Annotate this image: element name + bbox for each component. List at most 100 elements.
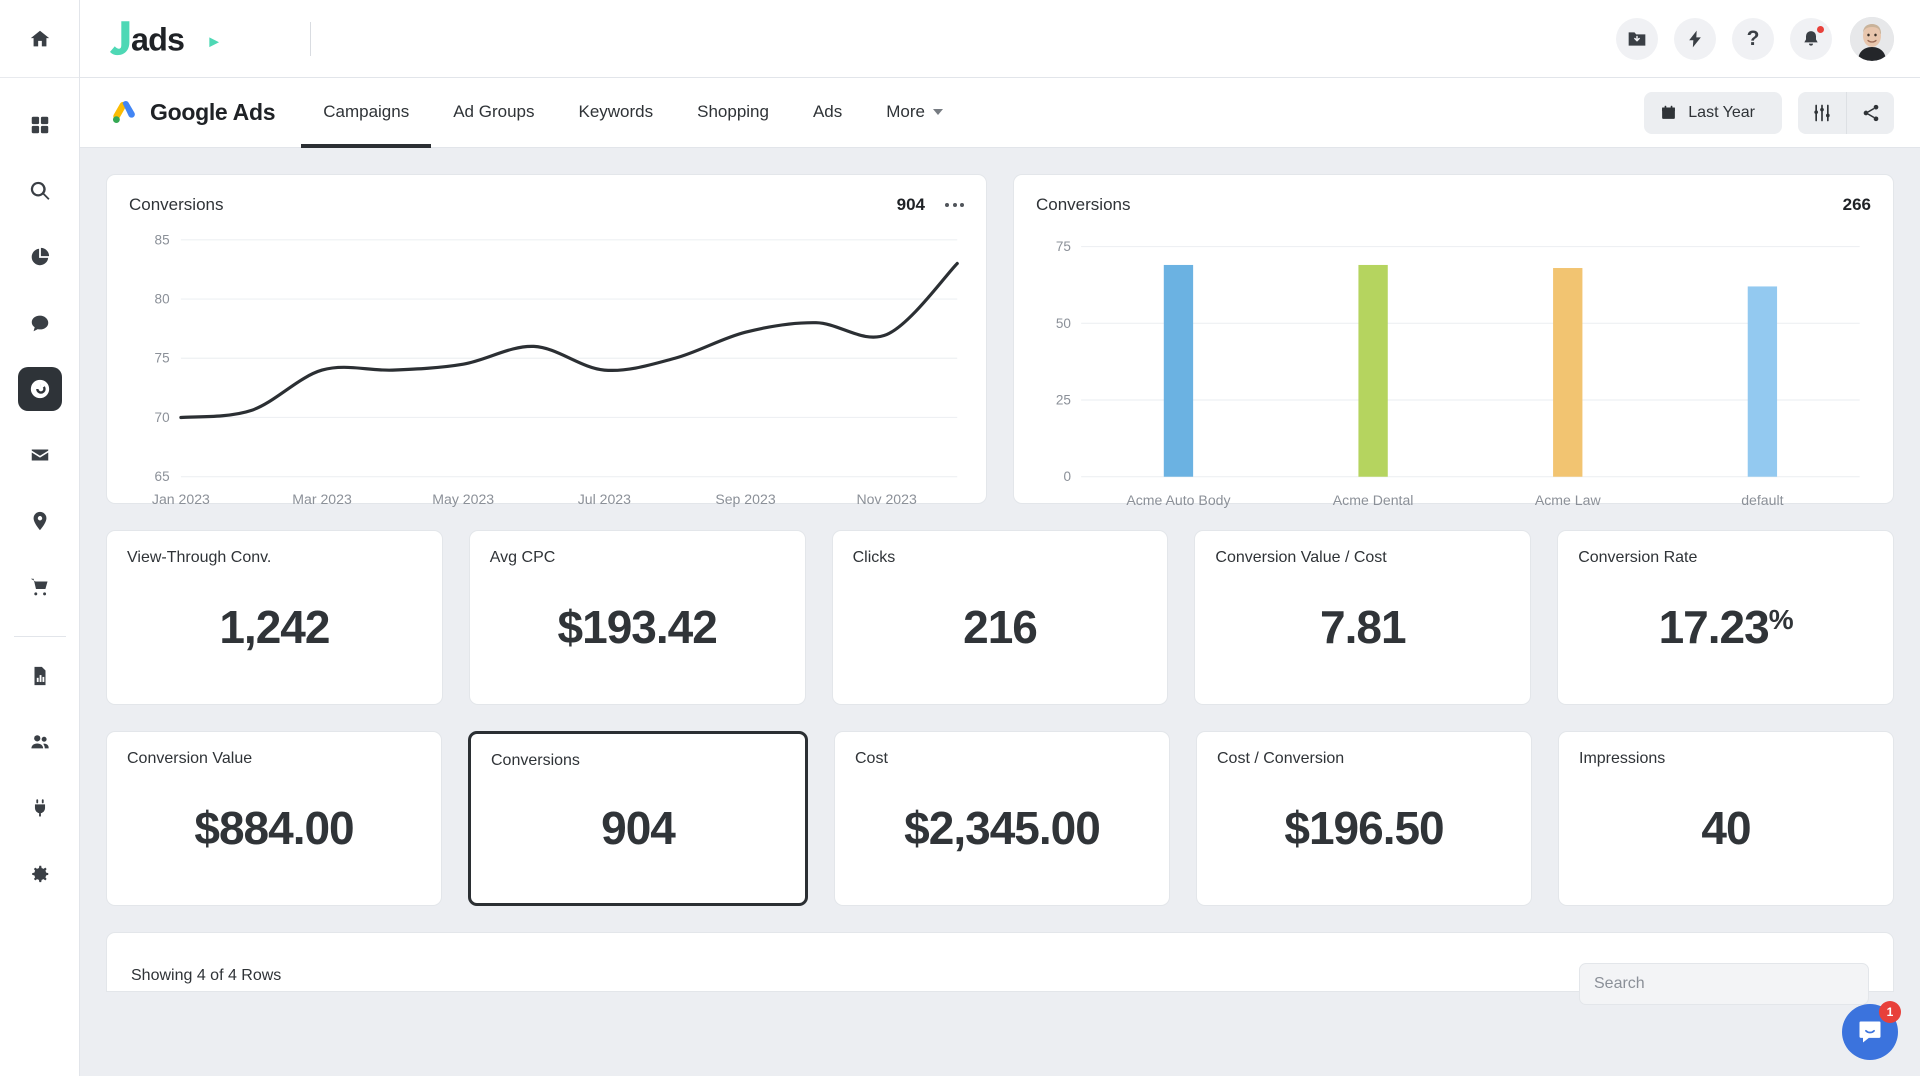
kpi-card-avg-cpc[interactable]: Avg CPC $193.42 [468,530,806,705]
pie-chart-icon [31,247,49,266]
kpi-row-1: View-Through Conv. 1,242 Avg CPC $193.42… [106,530,1894,705]
kpi-card-cost[interactable]: Cost $2,345.00 [834,731,1170,906]
subnav-button-group [1798,91,1894,134]
kpi-card-conversion-rate[interactable]: Conversion Rate 17.23% [1557,530,1894,705]
tab-keywords[interactable]: Keywords [556,79,675,148]
location-pin-icon [33,511,46,531]
kpi-value: 7.81 [1320,600,1407,653]
rail-items [13,78,66,907]
kpi-card-cost-per-conversion[interactable]: Cost / Conversion $196.50 [1196,731,1532,906]
tab-keywords-label: Keywords [578,101,654,121]
tab-shopping[interactable]: Shopping [675,79,791,148]
kpi-label: Conversion Value [127,750,253,767]
users-icon [30,735,49,749]
document-chart-icon [34,666,45,686]
svg-text:Sep 2023: Sep 2023 [715,491,776,507]
kpi-card-conversion-value[interactable]: Conversion Value $884.00 [106,731,442,906]
tab-ad-groups[interactable]: Ad Groups [431,79,556,148]
svg-text:ads: ads [131,21,184,57]
subnav-spacer [965,78,1644,147]
intercom-unread-badge: 1 [1879,1001,1901,1023]
svg-text:70: 70 [155,410,170,425]
chat-bubble-icon [31,315,48,332]
envelope-icon [31,449,48,461]
kpi-row-2: Conversion Value $884.00 Conversions 904… [106,731,1894,906]
kpi-label: Cost / Conversion [1217,750,1345,767]
kpi-value: 40 [1701,801,1751,854]
tab-ads[interactable]: Ads [791,79,864,148]
kpi-card-conversions[interactable]: Conversions 904 [468,731,808,906]
help-question-icon[interactable]: ? [1732,17,1774,60]
download-folder-icon[interactable] [1616,17,1658,60]
intercom-launcher[interactable]: 1 [1842,1001,1901,1060]
kpi-card-view-through-conv[interactable]: View-Through Conv. 1,242 [106,530,443,705]
kpi-card-conversion-value-cost[interactable]: Conversion Value / Cost 7.81 [1194,530,1532,705]
tab-more[interactable]: More [864,79,965,148]
line-chart-plot: 65 70 75 80 85 Jan 2023 Mar 2023 May 2023 Jul 20… [129,233,964,515]
tab-ad-groups-label: Ad Groups [453,101,535,121]
svg-text:75: 75 [1056,239,1071,254]
subnav-actions: Last Year [1644,78,1894,147]
kpi-card-clicks[interactable]: Clicks 216 [831,530,1169,705]
svg-text:85: 85 [155,233,170,247]
line-chart-card: Conversions 904 65 70 75 80 85 Jan 2023 Mar 20… [106,174,987,507]
svg-text:25: 25 [1056,393,1071,408]
kpi-card-impressions[interactable]: Impressions 40 [1558,731,1894,906]
user-avatar[interactable] [1850,16,1894,61]
bar-chart-total: 266 [1842,195,1871,214]
sidebar-item-ads[interactable] [17,367,62,411]
kpi-label: Conversions [491,752,580,769]
search-input[interactable] [1594,975,1854,993]
bar-chart-title: Conversions [1036,195,1131,214]
bar-chart-header: Conversions 266 [1036,195,1871,215]
search-box[interactable] [1579,963,1869,1005]
kpi-value: 904 [601,801,676,854]
kpi-value-wrap: 7.81 [1215,567,1510,686]
share-icon[interactable] [1846,91,1894,134]
tab-more-label: More [886,101,925,121]
more-options-icon[interactable] [945,203,964,207]
kpi-value: $2,345.00 [904,801,1101,854]
svg-text:Acme Dental: Acme Dental [1333,492,1414,508]
search-icon [30,181,50,200]
kpi-value-wrap: 1,242 [127,567,422,686]
sidebar-item-dashboard[interactable] [18,103,62,147]
sidebar-item-messages[interactable] [18,301,62,345]
help-question-glyph: ? [1746,27,1760,50]
sidebar-item-reports[interactable] [18,235,62,279]
kpi-label: Cost [855,750,888,767]
sidebar-item-search[interactable] [18,169,62,213]
svg-text:50: 50 [1056,316,1071,331]
rows-count-label: Showing 4 of 4 Rows [131,967,282,984]
svg-text:80: 80 [155,292,170,307]
notification-badge [1815,23,1826,35]
sidebar-item-clients[interactable] [18,720,62,764]
kpi-value: $193.42 [557,600,718,653]
kpi-value-wrap: $193.42 [490,567,785,686]
sidebar-item-ecommerce[interactable] [18,565,62,609]
tab-campaigns[interactable]: Campaigns [301,79,432,148]
svg-text:75: 75 [155,351,170,366]
kpi-value: 216 [963,600,1038,653]
home-icon[interactable] [18,17,62,61]
lightning-bolt-icon[interactable] [1674,17,1716,60]
logo-divider [309,21,311,56]
date-range-selector[interactable]: Last Year [1644,91,1782,134]
sidebar-item-email[interactable] [18,433,62,477]
main-column: ads ? Google Ads Campaigns Ad Groups Key… [80,0,1920,1076]
jads-logo[interactable]: ads [110,0,280,77]
sidebar-item-local[interactable] [18,499,62,543]
sidebar-item-integrations[interactable] [18,786,62,830]
sidebar-item-documents[interactable] [18,654,62,698]
chat-message-icon [1859,1021,1881,1043]
kpi-value: 17.23% [1659,604,1794,650]
grid-icon [31,116,48,134]
sliders-filter-icon[interactable] [1798,92,1846,134]
app-root: ads ? Google Ads Campaigns Ad Groups Key… [0,0,1920,1076]
platform-name: Google Ads [150,99,276,125]
calendar-icon [1662,105,1676,119]
left-nav-rail [0,0,80,1076]
sidebar-item-settings[interactable] [18,852,62,896]
bell-notification-icon[interactable] [1790,17,1832,60]
svg-text:0: 0 [1063,469,1071,484]
